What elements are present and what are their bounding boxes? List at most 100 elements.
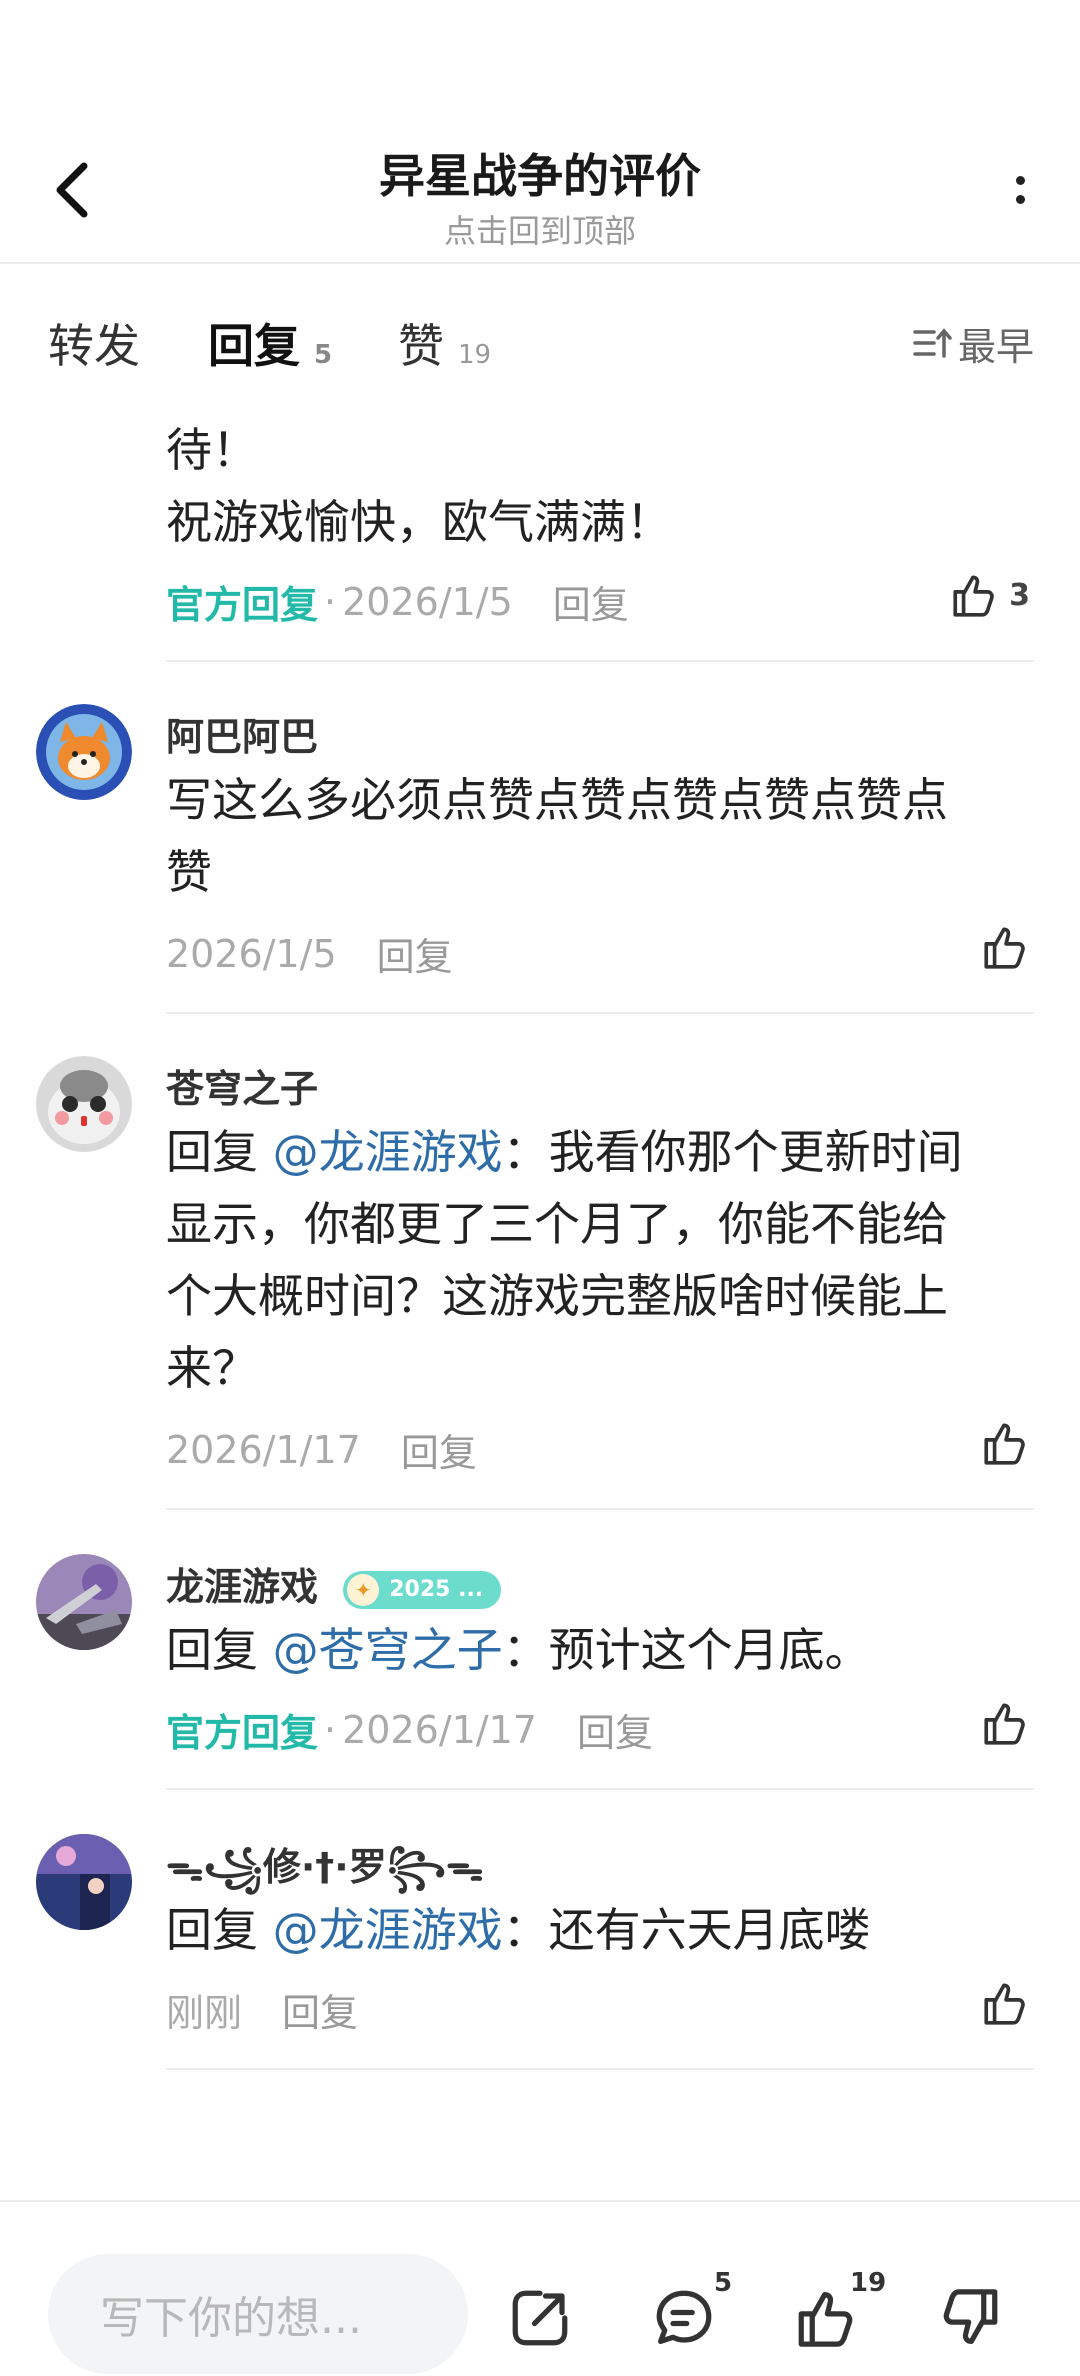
top-bar: 异星战争的评价 点击回到顶部 [0, 0, 1080, 264]
comment-text: 回复 @龙涯游戏：我看你那个更新时间 显示，你都更了三个月了，你能不能给 个大概… [166, 1116, 1026, 1404]
like-count: 19 [850, 2268, 887, 2298]
anime-avatar-image [36, 1834, 132, 1930]
reply-prefix: 回复 [166, 1903, 258, 1957]
comment-date: 2026/1/5 [342, 579, 513, 624]
reply-prefix: 回复 [166, 1623, 258, 1677]
tab-forward[interactable]: 转发 [48, 310, 140, 376]
comment-line: 待！ [166, 423, 258, 477]
comment-text: 回复 @苍穹之子：预计这个月底。 [166, 1614, 1026, 1686]
separator-dot: · [324, 1707, 337, 1752]
comment-line: 写这么多必须点赞点赞点赞点赞点赞点 [166, 773, 948, 827]
avatar[interactable] [36, 1834, 132, 1930]
comment-line: 回复 @苍穹之子：预计这个月底。 [166, 1614, 1026, 1686]
username[interactable]: 阿巴阿巴 [166, 706, 318, 761]
thumbs-up-icon [953, 575, 994, 617]
comment-date: 刚刚 [166, 1991, 243, 2035]
like-count: 3 [1009, 577, 1030, 613]
more-options-button[interactable] [990, 160, 1050, 220]
comment-line: 个大概时间？这游戏完整版啥时候能上 [166, 1269, 948, 1323]
like-button[interactable] [980, 1698, 1030, 1748]
comment-button[interactable] [648, 2282, 720, 2354]
divider [166, 1012, 1034, 1014]
separator-dot: · [324, 579, 337, 624]
official-reply-tag: 官方回复 [166, 583, 319, 627]
sort-button[interactable]: 最早 [912, 316, 1034, 371]
like-button[interactable]: 3 [949, 570, 1030, 620]
badge-icon: ✦ [347, 1573, 380, 1606]
comment-meta: 官方回复 · 2026/1/17 回复 [166, 1702, 653, 1757]
tab-label: 转发 [48, 319, 140, 373]
thumbs-up-icon [984, 927, 1025, 969]
comment-date: 2026/1/17 [342, 1707, 537, 1752]
tab-likes[interactable]: 赞 19 [398, 310, 491, 376]
badge-label: 2025 ... [389, 1577, 484, 1602]
reply-prefix: 回复 [166, 1125, 258, 1179]
more-dot-icon [1015, 195, 1025, 204]
tab-count: 19 [458, 340, 492, 370]
cat-avatar-image [36, 1056, 132, 1152]
avatar[interactable] [36, 704, 132, 800]
dislike-button[interactable] [934, 2282, 1006, 2354]
comment-line: 回复 @龙涯游戏：还有六天月底喽 [166, 1894, 1026, 1966]
sort-label: 最早 [957, 325, 1034, 369]
reply-button[interactable]: 回复 [401, 1422, 477, 1477]
comment-line: 显示，你都更了三个月了，你能不能给 [166, 1197, 948, 1251]
comment-date: 2026/1/5 [166, 931, 337, 976]
comment-text: 回复 @龙涯游戏：还有六天月底喽 [166, 1894, 1026, 1966]
reply-button[interactable]: 回复 [553, 574, 629, 629]
like-button[interactable] [980, 922, 1030, 972]
comment-meta: 官方回复 · 2026/1/5 回复 [166, 574, 629, 629]
comment-meta: 刚刚 回复 [166, 1982, 358, 2037]
thumbs-down-icon [943, 2289, 998, 2344]
comment-line: 赞 [166, 845, 212, 899]
thumbs-up-icon [984, 1983, 1025, 2025]
tab-label: 回复 [208, 310, 300, 386]
game-avatar-image [36, 1554, 132, 1650]
comment-date: 2026/1/17 [166, 1427, 361, 1472]
comment-line-text: ：我看你那个更新时间 [502, 1125, 963, 1179]
mention-link[interactable]: @苍穹之子 [273, 1623, 503, 1677]
divider [166, 1788, 1034, 1790]
more-dot-icon [1015, 176, 1025, 185]
divider [166, 2068, 1034, 2070]
tab-count: 5 [314, 340, 333, 370]
divider [166, 660, 1034, 662]
reply-button[interactable]: 回复 [377, 926, 453, 981]
comment-line-text: ：预计这个月底。 [502, 1623, 871, 1677]
share-button[interactable] [504, 2282, 576, 2354]
tab-label: 赞 [398, 319, 444, 373]
mention-link[interactable]: @龙涯游戏 [273, 1125, 503, 1179]
bottom-action-bar: 写下你的想... 5 19 [0, 2200, 1080, 2376]
comment-text: 写这么多必须点赞点赞点赞点赞点赞点 赞 [166, 764, 1026, 908]
comment-input[interactable]: 写下你的想... [48, 2254, 468, 2374]
official-reply-tag: 官方回复 [166, 1711, 319, 1755]
comment-count: 5 [714, 2268, 733, 2298]
thumbs-up-icon [984, 1423, 1025, 1465]
mention-link[interactable]: @龙涯游戏 [273, 1903, 503, 1957]
sort-icon [913, 327, 952, 358]
comment-bubble-icon [656, 2290, 712, 2344]
page-title[interactable]: 异星战争的评价 [0, 140, 1080, 206]
username-row: 龙涯游戏 ✦ 2025 ... [166, 1556, 502, 1611]
reply-button[interactable]: 回复 [282, 1982, 358, 2037]
comment-line-text: ：还有六天月底喽 [502, 1903, 871, 1957]
avatar[interactable] [36, 1554, 132, 1650]
username[interactable]: 苍穹之子 [166, 1058, 318, 1113]
comment-line: 回复 @龙涯游戏：我看你那个更新时间 [166, 1116, 1026, 1188]
reply-button[interactable]: 回复 [577, 1702, 653, 1757]
divider [166, 1508, 1034, 1510]
share-icon [512, 2290, 568, 2346]
tab-replies[interactable]: 回复 5 [208, 310, 333, 386]
comment-text: 待！ 祝游戏愉快，欧气满满！ [166, 414, 1026, 558]
year-badge[interactable]: ✦ 2025 ... [343, 1570, 502, 1609]
avatar[interactable] [36, 1056, 132, 1152]
comment-meta: 2026/1/5 回复 [166, 926, 453, 981]
like-button[interactable] [980, 1418, 1030, 1468]
comment-line: 来？ [166, 1341, 258, 1395]
like-button[interactable] [980, 1978, 1030, 2028]
shiba-avatar-image [36, 704, 132, 800]
username[interactable]: 龙涯游戏 [166, 1565, 318, 1609]
comment-line: 祝游戏愉快，欧气满满！ [166, 495, 672, 549]
back-to-top-hint[interactable]: 点击回到顶部 [0, 206, 1080, 252]
thumbs-up-icon [984, 1703, 1025, 1745]
